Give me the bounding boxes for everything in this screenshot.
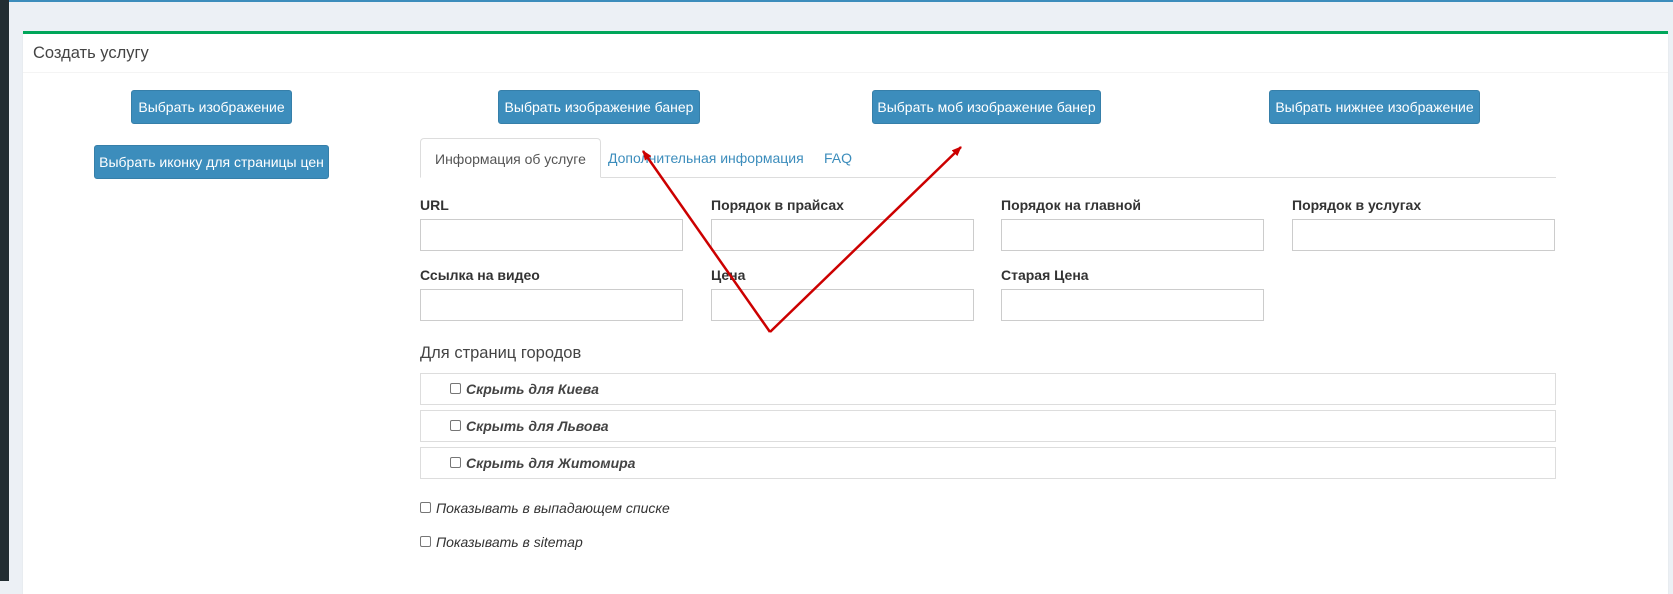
select-price-icon-button[interactable]: Выбрать иконку для страницы цен [94, 145, 329, 179]
top-accent-line [0, 0, 1673, 2]
video-link-input[interactable] [420, 289, 683, 321]
hide-zhytomyr-label: Скрыть для Житомира [466, 455, 636, 471]
price-input[interactable] [711, 289, 974, 321]
panel-title: Создать услугу [23, 34, 1668, 73]
select-mobile-banner-button[interactable]: Выбрать моб изображение банер [872, 90, 1101, 124]
select-banner-button[interactable]: Выбрать изображение банер [498, 90, 700, 124]
tab-faq[interactable]: FAQ [824, 138, 852, 177]
price-label: Цена [711, 267, 746, 283]
hide-zhytomyr-checkbox[interactable] [450, 457, 461, 468]
show-in-sitemap-label: Показывать в sitemap [436, 534, 583, 550]
city-row-lviv: Скрыть для Львова [420, 410, 1556, 442]
tab-additional-info[interactable]: Дополнительная информация [608, 138, 804, 177]
old-price-label: Старая Цена [1001, 267, 1089, 283]
price-order-label: Порядок в прайсах [711, 197, 844, 213]
city-row-kyiv: Скрыть для Киева [420, 373, 1556, 405]
url-label: URL [420, 197, 449, 213]
hide-lviv-checkbox[interactable] [450, 420, 461, 431]
main-order-label: Порядок на главной [1001, 197, 1141, 213]
show-in-sitemap-checkbox[interactable] [420, 536, 431, 547]
tab-bar: Информация об услуге Дополнительная инфо… [420, 138, 1556, 178]
show-in-dropdown-label: Показывать в выпадающем списке [436, 500, 670, 516]
old-price-input[interactable] [1001, 289, 1264, 321]
video-link-label: Ссылка на видео [420, 267, 540, 283]
services-order-input[interactable] [1292, 219, 1555, 251]
create-service-panel: Создать услугу Выбрать изображение Выбра… [23, 31, 1668, 594]
city-row-zhytomyr: Скрыть для Житомира [420, 447, 1556, 479]
show-in-dropdown-checkbox[interactable] [420, 502, 431, 513]
sidebar-edge [0, 0, 9, 581]
hide-lviv-label: Скрыть для Львова [466, 418, 609, 434]
select-image-button[interactable]: Выбрать изображение [131, 90, 292, 124]
hide-kyiv-checkbox[interactable] [450, 383, 461, 394]
city-pages-title: Для страниц городов [420, 344, 582, 362]
hide-kyiv-label: Скрыть для Киева [466, 381, 599, 397]
url-input[interactable] [420, 219, 683, 251]
select-bottom-image-button[interactable]: Выбрать нижнее изображение [1269, 90, 1480, 124]
main-order-input[interactable] [1001, 219, 1264, 251]
price-order-input[interactable] [711, 219, 974, 251]
tab-service-info[interactable]: Информация об услуге [420, 138, 601, 178]
services-order-label: Порядок в услугах [1292, 197, 1422, 213]
